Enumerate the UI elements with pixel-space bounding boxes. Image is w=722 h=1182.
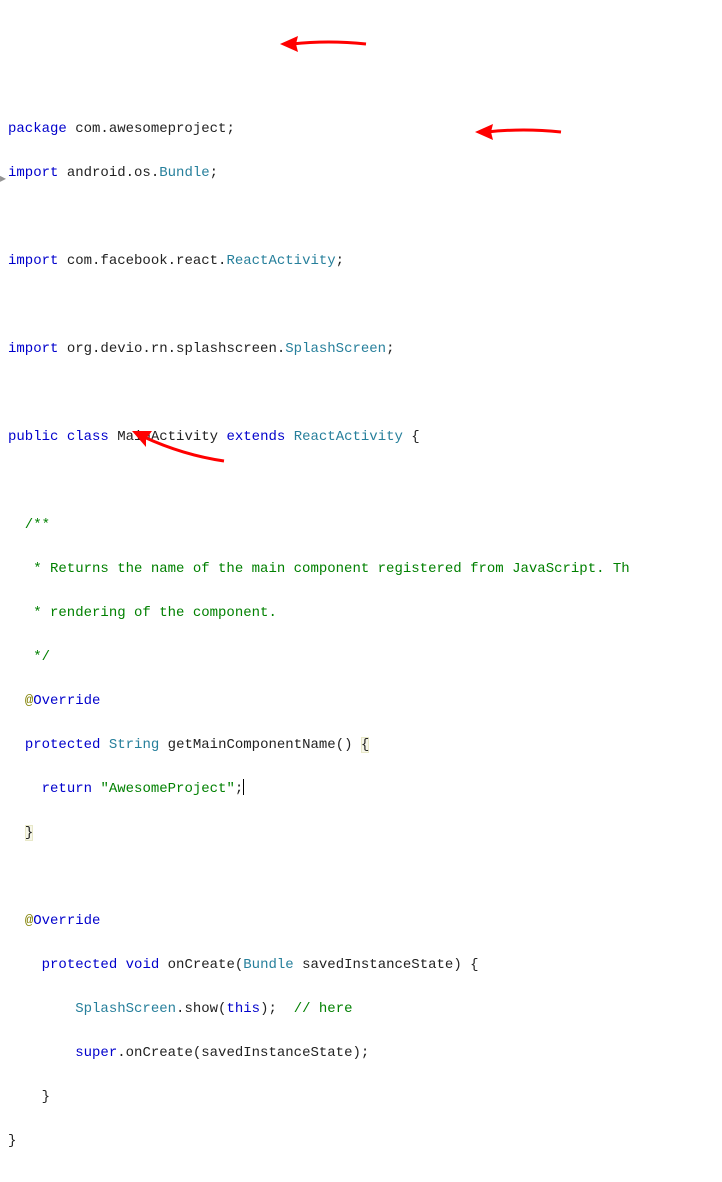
keyword-extends: extends [226, 429, 285, 445]
brace-highlight: { [361, 737, 369, 753]
keyword-package: package [8, 121, 67, 137]
code-line: return "AwesomeProject"; [8, 778, 722, 800]
javadoc-line: * rendering of the component. [8, 602, 722, 624]
annotation-override: @Override [25, 693, 101, 709]
annotation-arrow-3 [128, 425, 228, 465]
code-line: } [8, 1130, 722, 1152]
code-line: } [8, 1086, 722, 1108]
blank-line [8, 382, 722, 404]
code-line: } [8, 822, 722, 844]
keyword-void: void [126, 957, 160, 973]
text-caret [243, 779, 244, 795]
keyword-protected: protected [42, 957, 118, 973]
javadoc-line: * Returns the name of the main component… [8, 558, 722, 580]
code-line: @Override [8, 910, 722, 932]
keyword-public: public [8, 429, 58, 445]
keyword-class: class [67, 429, 109, 445]
fold-marker: ▸ [0, 168, 6, 190]
line-comment: // here [294, 1001, 353, 1017]
javadoc-line: */ [8, 646, 722, 668]
keyword-import: import [8, 253, 58, 269]
type-ref: SplashScreen [75, 1001, 176, 1017]
type-name: SplashScreen [285, 341, 386, 357]
blank-line [8, 206, 722, 228]
keyword-return: return [42, 781, 92, 797]
code-editor: ▸ package com.awesomeproject; import and… [8, 8, 722, 1174]
package-name: com.awesomeproject; [67, 121, 235, 137]
import-path: org.devio.rn.splashscreen. [58, 341, 285, 357]
code-line: package com.awesomeproject; [8, 118, 722, 140]
code-line: protected void onCreate(Bundle savedInst… [8, 954, 722, 976]
method-name: getMainComponentName() [159, 737, 361, 753]
import-path: android.os. [58, 165, 159, 181]
param-name: savedInstanceState) { [294, 957, 479, 973]
annotation-arrow-1 [278, 32, 368, 56]
keyword-protected: protected [25, 737, 101, 753]
brace-highlight: } [25, 825, 33, 841]
type-name: ReactActivity [226, 253, 335, 269]
code-line: SplashScreen.show(this); // here [8, 998, 722, 1020]
code-line: protected String getMainComponentName() … [8, 734, 722, 756]
javadoc-line: /** [8, 514, 722, 536]
annotation-override: @Override [25, 913, 101, 929]
keyword-this: this [226, 1001, 260, 1017]
type-name: Bundle [159, 165, 209, 181]
code-line: import org.devio.rn.splashscreen.SplashS… [8, 338, 722, 360]
code-line: import android.os.Bundle; [8, 162, 722, 184]
keyword-super: super [75, 1045, 117, 1061]
return-type: String [109, 737, 159, 753]
param-type: Bundle [243, 957, 293, 973]
blank-line [8, 866, 722, 888]
keyword-import: import [8, 341, 58, 357]
code-line: @Override [8, 690, 722, 712]
code-line: super.onCreate(savedInstanceState); [8, 1042, 722, 1064]
string-literal: "AwesomeProject" [100, 781, 234, 797]
annotation-arrow-2 [473, 120, 563, 144]
import-path: com.facebook.react. [58, 253, 226, 269]
keyword-import: import [8, 165, 58, 181]
method-name: onCreate( [159, 957, 243, 973]
superclass-name: ReactActivity [294, 429, 403, 445]
code-line: public class MainActivity extends ReactA… [8, 426, 722, 448]
blank-line [8, 294, 722, 316]
code-line: import com.facebook.react.ReactActivity; [8, 250, 722, 272]
blank-line [8, 470, 722, 492]
